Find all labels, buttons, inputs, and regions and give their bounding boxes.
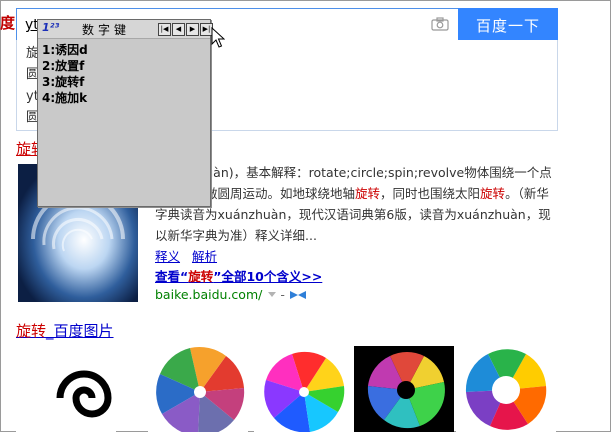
camera-icon[interactable]: [431, 17, 449, 31]
site-url[interactable]: baike.baidu.com/: [155, 287, 262, 302]
mouse-cursor-icon: [211, 27, 225, 48]
see-all-link[interactable]: 查看“旋转”全部10个含义>>: [155, 266, 322, 285]
image-section-title[interactable]: 旋转_百度图片: [16, 320, 114, 341]
image-thumbnail[interactable]: [354, 346, 454, 432]
ime-logo-icon: 1²³: [42, 21, 60, 34]
ime-candidate[interactable]: 2:放置f: [42, 58, 88, 74]
clipped-red-text: 度: [0, 14, 16, 32]
ime-title-bar[interactable]: 1²³ 数字键 |◀ ◀ ▶ ▶|: [38, 20, 213, 39]
result-abstract: (xuánzhuàn)，基本解释：rotate;circle;spin;revo…: [155, 165, 552, 243]
image-thumbnail[interactable]: [456, 346, 556, 432]
separator: -: [280, 287, 285, 302]
search-button[interactable]: 百度一下: [458, 8, 558, 42]
ime-page-nav: |◀ ◀ ▶ ▶|: [158, 23, 214, 36]
image-thumbnail[interactable]: [16, 346, 116, 432]
ime-candidate[interactable]: 3:旋转f: [42, 74, 88, 90]
ime-title: 数字键: [82, 23, 131, 37]
ime-candidate-list: 1:诱因d 2:放置f 3:旋转f 4:施加k: [42, 42, 88, 106]
next-page-icon[interactable]: ▶: [186, 23, 199, 36]
result-url: baike.baidu.com/ -: [155, 287, 307, 302]
link-shiyi[interactable]: 释义: [155, 249, 180, 264]
first-page-icon[interactable]: |◀: [158, 23, 171, 36]
bowtie-icon[interactable]: [289, 290, 307, 300]
ime-candidate[interactable]: 4:施加k: [42, 90, 88, 106]
ime-candidate[interactable]: 1:诱因d: [42, 42, 88, 58]
image-thumbnail[interactable]: [254, 346, 354, 432]
prev-page-icon[interactable]: ◀: [172, 23, 185, 36]
ime-number-key-window[interactable]: 1²³ 数字键 |◀ ◀ ▶ ▶| 1:诱因d 2:放置f 3:旋转f 4:施加…: [37, 19, 213, 207]
result-links: 释义 解析: [155, 246, 225, 265]
link-jiexi[interactable]: 解析: [192, 249, 217, 264]
dropdown-arrow-icon[interactable]: [268, 292, 277, 297]
image-thumbnail[interactable]: [148, 346, 248, 432]
